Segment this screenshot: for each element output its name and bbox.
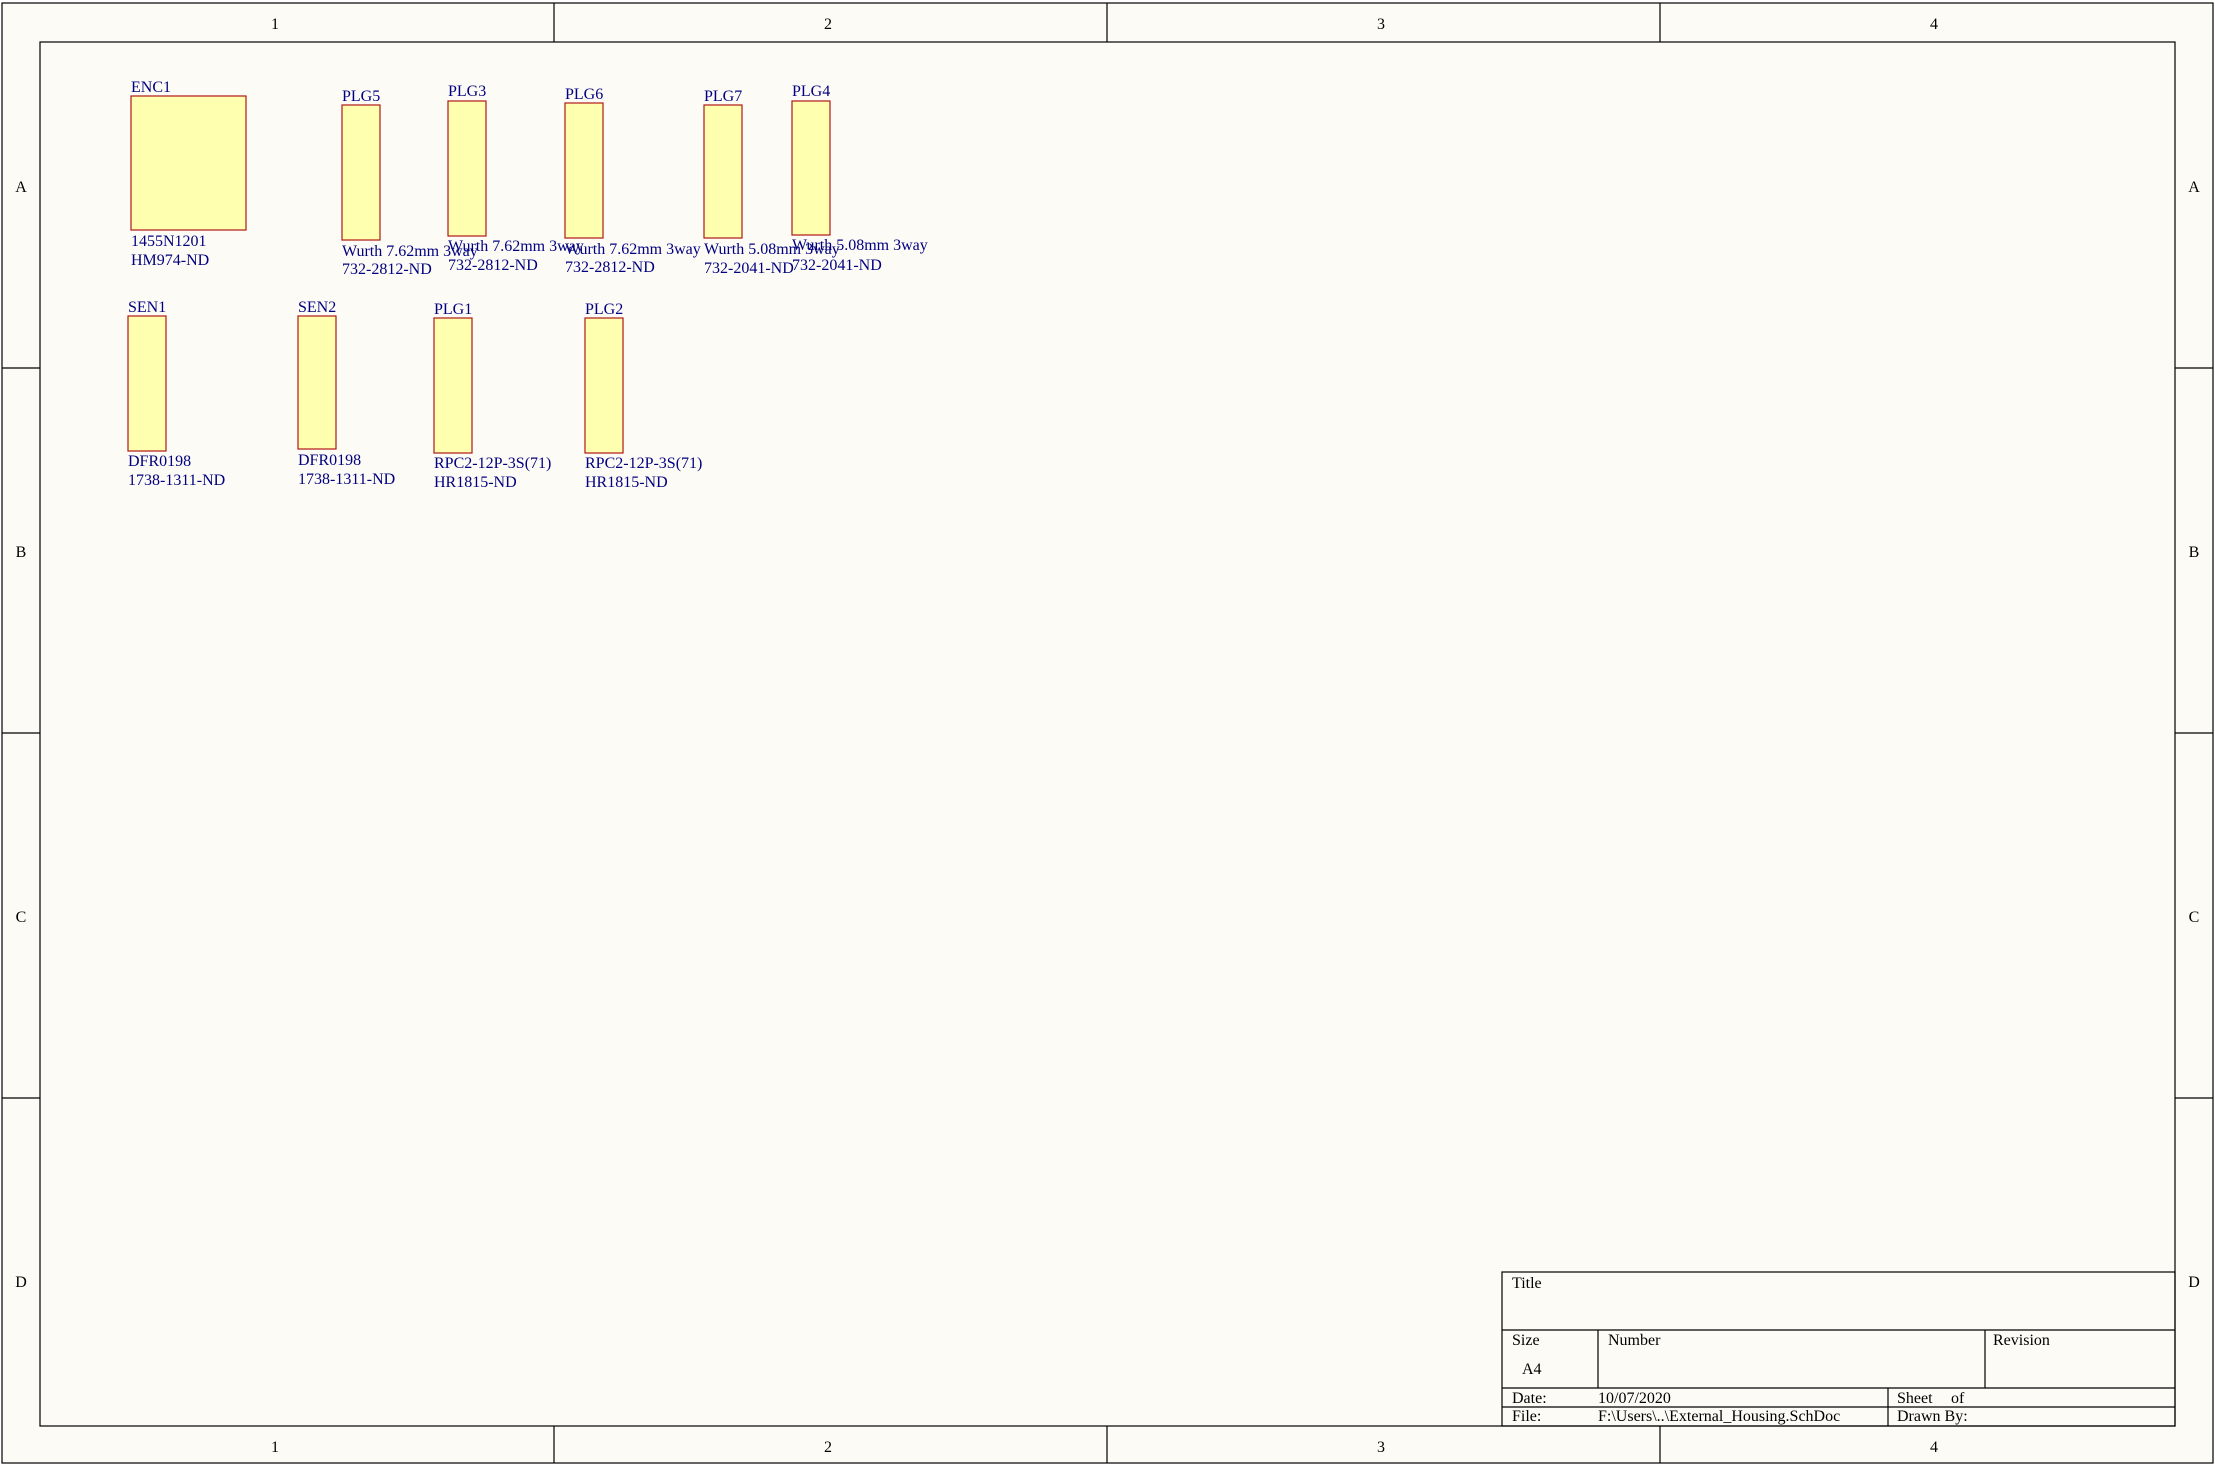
component-designator: SEN2 (298, 299, 336, 316)
component-designator: PLG3 (448, 83, 486, 100)
zone-col-top-3: 3 (1377, 16, 1385, 33)
component-comment: Wurth 7.62mm 3way (565, 241, 701, 258)
component-body[interactable] (341, 104, 381, 241)
component-comment: RPC2-12P-3S(71) (585, 455, 702, 472)
component-designator: SEN1 (128, 299, 166, 316)
component-body[interactable] (703, 104, 743, 239)
component-part-number: 732-2812-ND (342, 261, 432, 278)
zone-col-bottom-1: 1 (271, 1439, 279, 1456)
date-value: 10/07/2020 (1598, 1390, 1671, 1407)
date-label: Date: (1512, 1390, 1547, 1407)
component-body[interactable] (447, 100, 487, 237)
component-comment: RPC2-12P-3S(71) (434, 455, 551, 472)
zone-row-left-b: B (16, 544, 27, 561)
component-comment: Wurth 5.08mm 3way (792, 237, 928, 254)
component-body[interactable] (130, 95, 247, 231)
component-comment: DFR0198 (298, 452, 361, 469)
component-designator: PLG2 (585, 301, 623, 318)
file-path: F:\Users\..\External_Housing.SchDoc (1598, 1408, 1840, 1425)
zone-col-top-2: 2 (824, 16, 832, 33)
component-designator: PLG6 (565, 86, 603, 103)
component-body[interactable] (433, 317, 473, 454)
component-designator: ENC1 (131, 79, 171, 96)
component-body[interactable] (297, 315, 337, 450)
component-body[interactable] (584, 317, 624, 454)
zone-col-bottom-4: 4 (1930, 1439, 1938, 1456)
sheet-of-label: of (1951, 1390, 1965, 1407)
component-designator: PLG4 (792, 83, 830, 100)
component-body[interactable] (127, 315, 167, 452)
paper (1, 2, 2214, 1464)
sheet-label: Sheet (1897, 1390, 1933, 1407)
component-part-number: HR1815-ND (585, 474, 668, 491)
component-part-number: 732-2812-ND (448, 257, 538, 274)
schematic-sheet: 1 2 3 4 1 2 3 4 A B C D A B C D ENC1 145… (1, 2, 2214, 1464)
number-label: Number (1608, 1332, 1661, 1349)
size-value: A4 (1522, 1361, 1542, 1378)
zone-row-right-c: C (2189, 909, 2200, 926)
component-body[interactable] (564, 102, 604, 239)
size-label: Size (1512, 1332, 1540, 1349)
component-part-number: HM974-ND (131, 252, 209, 269)
component-part-number: HR1815-ND (434, 474, 517, 491)
component-designator: PLG1 (434, 301, 472, 318)
revision-label: Revision (1993, 1332, 2050, 1349)
component-part-number: 1738-1311-ND (128, 472, 225, 489)
title-label: Title (1512, 1275, 1542, 1292)
component-part-number: 1738-1311-ND (298, 471, 395, 488)
zone-col-bottom-3: 3 (1377, 1439, 1385, 1456)
drawn-by-label: Drawn By: (1897, 1408, 1968, 1425)
component-comment: Wurth 7.62mm 3way (448, 238, 584, 255)
component-part-number: 732-2041-ND (704, 260, 794, 277)
zone-col-bottom-2: 2 (824, 1439, 832, 1456)
zone-row-left-a: A (15, 179, 27, 196)
component-comment: 1455N1201 (131, 233, 207, 250)
zone-row-left-d: D (15, 1274, 27, 1291)
file-label: File: (1512, 1408, 1541, 1425)
component-body[interactable] (791, 100, 831, 236)
component-designator: PLG7 (704, 88, 742, 105)
zone-row-right-a: A (2188, 179, 2200, 196)
component-designator: PLG5 (342, 88, 380, 105)
zone-row-right-d: D (2188, 1274, 2200, 1291)
component-part-number: 732-2041-ND (792, 257, 882, 274)
component-part-number: 732-2812-ND (565, 259, 655, 276)
component-comment: DFR0198 (128, 453, 191, 470)
zone-col-top-1: 1 (271, 16, 279, 33)
zone-col-top-4: 4 (1930, 16, 1938, 33)
zone-row-right-b: B (2189, 544, 2200, 561)
zone-row-left-c: C (16, 909, 27, 926)
